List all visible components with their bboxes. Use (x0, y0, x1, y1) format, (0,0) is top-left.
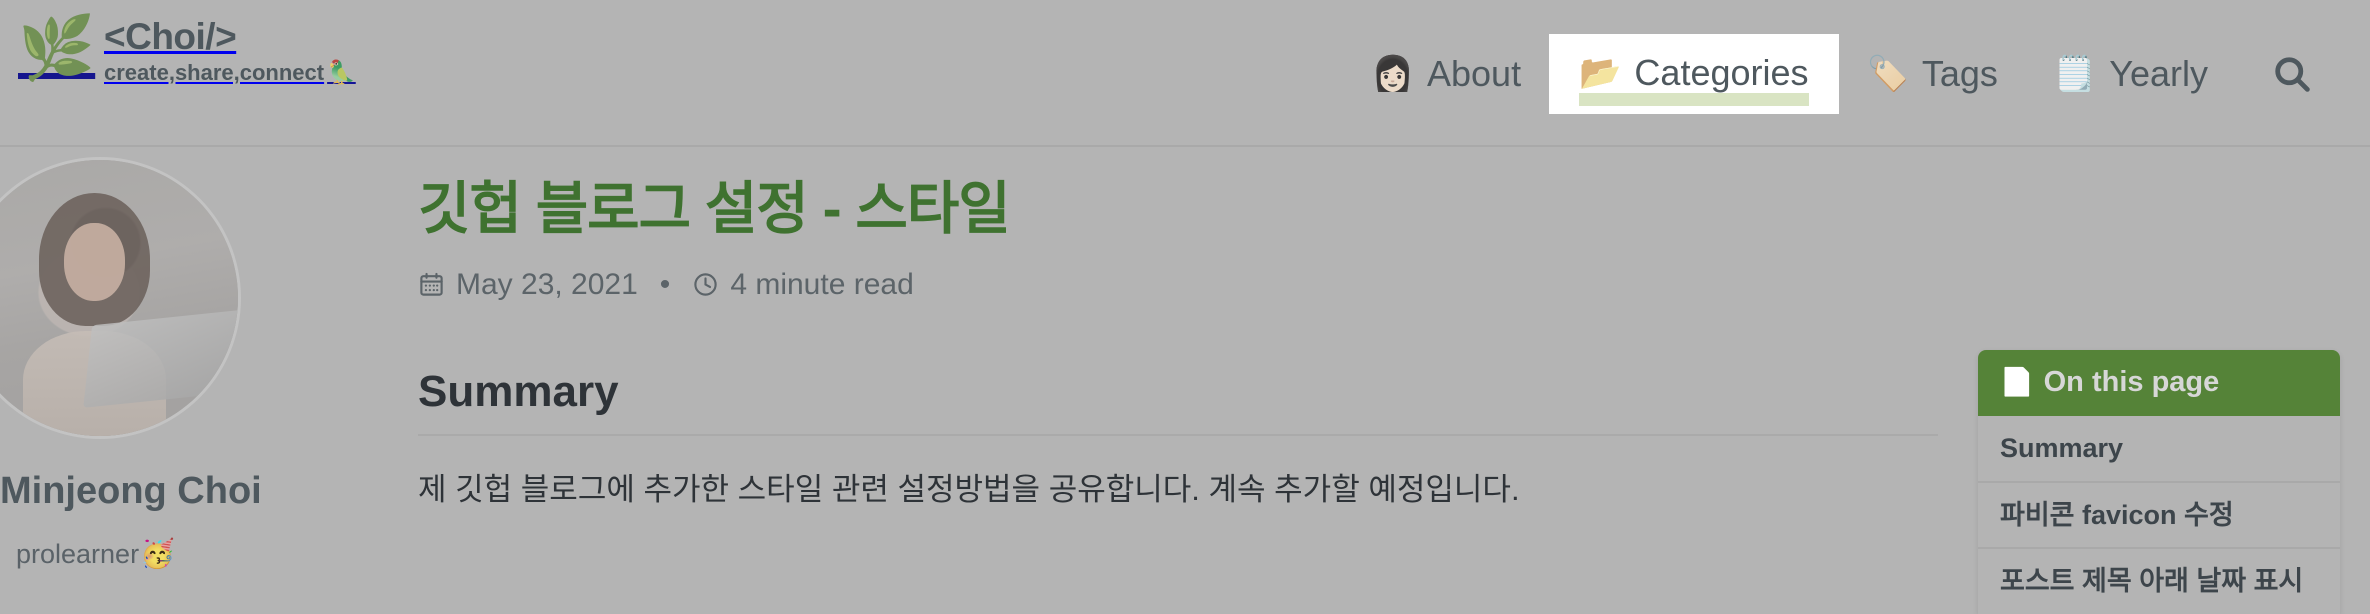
post-read-time: 4 minute read (692, 267, 914, 302)
site-tagline-text: create,share,connect (104, 59, 325, 85)
author-bio: prolearner 🥳 (16, 540, 175, 568)
page-root: 🌿 <Choi/> create,share,connect 🦜 👩🏻 Abou… (0, 0, 2370, 614)
site-logo-link[interactable]: 🌿 <Choi/> create,share,connect 🦜 (18, 14, 356, 84)
nav-item-categories[interactable]: 📂 Categories (1549, 33, 1839, 114)
nav-item-yearly[interactable]: 🗒️ Yearly (2026, 39, 2236, 109)
folder-icon: 📂 (1579, 53, 1622, 92)
page-facing-up-icon: 📄 (2000, 367, 2034, 398)
author-sidebar: Minjeong Choi prolearner 🥳 (0, 160, 280, 568)
partying-face-icon: 🥳 (140, 538, 175, 569)
search-icon (2270, 52, 2314, 96)
toc-header: 📄 On this page (1978, 350, 2340, 416)
leaf-icon: 🌿 (18, 14, 96, 83)
author-name: Minjeong Choi (0, 470, 262, 512)
page-title: 깃헙 블로그 설정 - 스타일 (418, 177, 1011, 241)
brand-text: <Choi/> create,share,connect 🦜 (104, 14, 356, 84)
meta-separator: • (659, 267, 671, 301)
toc-item[interactable]: Summary (1978, 416, 2340, 483)
nav-item-categories-label: Categories (1634, 51, 1809, 93)
nav-item-yearly-label: Yearly (2109, 52, 2208, 94)
main-navigation: 👩🏻 About 📂 Categories 🏷️ Tags 🗒️ Yearly (1344, 0, 2334, 147)
post-date-text: May 23, 2021 (456, 267, 638, 301)
heading-divider (418, 434, 1938, 437)
post-read-time-text: 4 minute read (730, 267, 914, 301)
toc-title: On this page (2043, 366, 2220, 398)
post-date: May 23, 2021 (418, 268, 638, 302)
tag-icon: 🏷️ (1866, 54, 1909, 93)
nav-item-about[interactable]: 👩🏻 About (1344, 39, 1549, 109)
toc-item[interactable]: 포스트 제목 아래 날짜 표시 (1978, 549, 2340, 614)
spiral-notepad-icon: 🗒️ (2053, 54, 2097, 93)
summary-paragraph: 제 깃헙 블로그에 추가한 스타일 관련 설정방법을 공유합니다. 계속 추가할… (418, 472, 1520, 508)
toc-list: Summary 파비콘 favicon 수정 포스트 제목 아래 날짜 표시 (1978, 415, 2340, 614)
site-header: 🌿 <Choi/> create,share,connect 🦜 👩🏻 Abou… (0, 0, 2370, 147)
post-body: Summary 제 깃헙 블로그에 추가한 스타일 관련 설정방법을 공유합니다… (418, 366, 1938, 514)
on-this-page-panel: 📄 On this page Summary 파비콘 favicon 수정 포스… (1978, 350, 2340, 614)
post-article: 깃헙 블로그 설정 - 스타일 May 23, 2021 • 4 minute … (418, 177, 1938, 545)
clock-icon (692, 271, 719, 298)
woman-face-icon: 👩🏻 (1371, 54, 1414, 93)
nav-item-tags[interactable]: 🏷️ Tags (1839, 39, 2026, 109)
calendar-icon (418, 271, 445, 298)
nav-item-about-label: About (1427, 52, 1522, 94)
nav-item-tags-label: Tags (1921, 52, 1998, 94)
site-title: <Choi/> (104, 16, 237, 57)
avatar-dim-overlay (0, 160, 238, 436)
avatar (0, 160, 238, 436)
nav-active-underline (1579, 92, 1809, 106)
search-button[interactable] (2250, 32, 2334, 116)
section-heading-summary: Summary (418, 366, 619, 416)
post-meta: May 23, 2021 • 4 minute read (418, 268, 1938, 302)
parrot-icon: 🦜 (327, 59, 356, 85)
site-tagline: create,share,connect 🦜 (104, 61, 356, 84)
toc-item[interactable]: 파비콘 favicon 수정 (1978, 483, 2340, 550)
author-bio-text: prolearner (16, 538, 140, 569)
